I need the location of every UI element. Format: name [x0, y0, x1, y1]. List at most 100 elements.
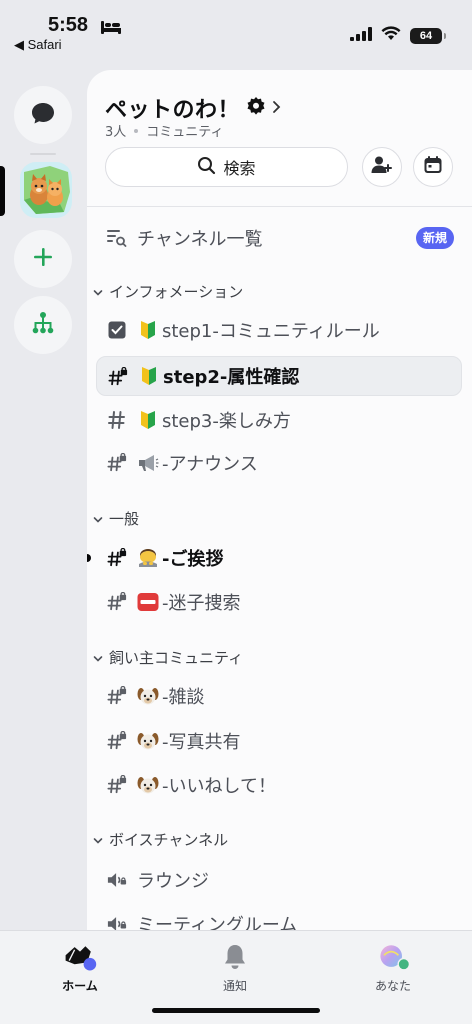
category-information[interactable]: インフォメーション [93, 281, 243, 302]
status-time: 5:58 [48, 14, 89, 36]
discover-button[interactable] [14, 296, 72, 354]
channel-how-to-enjoy[interactable]: step3-楽しみ方 [87, 400, 472, 440]
new-badge: 新規 [415, 227, 454, 249]
search-label: 検索 [223, 159, 256, 178]
channel-name: -写真共有 [162, 732, 241, 753]
cellular-signal-icon [350, 26, 372, 45]
direct-messages-button[interactable] [14, 86, 72, 144]
voice-speaker-locked-icon [107, 914, 127, 930]
server-type: コミュニティ [146, 125, 224, 140]
calendar-icon [423, 155, 443, 179]
meta-separator-dot [134, 128, 139, 133]
channel-name: ミーティングルーム [137, 915, 298, 930]
megaphone-icon [137, 452, 159, 474]
server-icon-pet-no-wa[interactable] [20, 162, 72, 218]
text-channel-locked-icon [107, 592, 127, 612]
text-channel-locked-icon [107, 453, 127, 473]
channel-label: step2-属性確認 [138, 363, 299, 389]
beginner-mark-icon [137, 409, 159, 431]
selected-server-indicator [0, 166, 5, 216]
channel-label: step1-コミュニティルール [137, 317, 380, 343]
member-count: 3人 [105, 125, 127, 140]
server-name: ペットのわ！ [105, 98, 241, 123]
channel-name: -雑談 [162, 687, 205, 708]
chevron-down-icon [93, 831, 103, 849]
channel-lost-pet-search[interactable]: -迷子捜索 [87, 582, 472, 622]
bowing-person-icon [137, 547, 159, 569]
beginner-mark-icon [138, 365, 160, 387]
text-channel-locked-icon [107, 731, 127, 751]
tab-label: あなた [374, 979, 411, 993]
tab-home[interactable]: ホーム [35, 941, 125, 994]
channel-name: step3-楽しみ方 [162, 411, 291, 432]
invite-member-button[interactable] [362, 147, 402, 187]
category-owner-community[interactable]: 飼い主コミュニティ [93, 647, 243, 668]
dog-face-icon [137, 685, 159, 707]
voice-channel-meeting-room[interactable]: ミーティングルーム [87, 904, 472, 930]
channel-name: ラウンジ [137, 871, 209, 892]
dog-face-icon [137, 774, 159, 796]
search-button[interactable]: 検索 [105, 147, 348, 187]
channel-label: -雑談 [137, 683, 205, 709]
chevron-down-icon [93, 649, 103, 667]
tab-label: 通知 [222, 979, 247, 993]
add-user-icon [371, 155, 393, 179]
channel-chat[interactable]: -雑談 [87, 676, 472, 716]
text-channel-locked-icon [107, 775, 127, 795]
channel-list-search-icon [107, 228, 127, 248]
server-rail [0, 70, 86, 930]
category-voice-channels[interactable]: ボイスチャンネル [93, 829, 228, 850]
channel-label: -アナウンス [137, 450, 258, 476]
channel-label: -ご挨拶 [137, 545, 223, 571]
home-indicator[interactable] [152, 1008, 320, 1013]
channel-name: -いいねして！ [162, 776, 276, 797]
category-name: 一般 [109, 510, 140, 528]
chevron-down-icon [93, 510, 103, 528]
channel-name: -ご挨拶 [162, 549, 224, 570]
channel-label: -迷子捜索 [137, 589, 241, 615]
add-server-button[interactable] [14, 230, 72, 288]
hub-tree-icon [31, 311, 55, 339]
server-header[interactable]: ペットのわ！ [105, 92, 282, 124]
tab-you[interactable]: あなた [348, 941, 438, 994]
tab-notifications[interactable]: 通知 [190, 941, 280, 994]
channel-name: -アナウンス [162, 454, 258, 475]
category-name: インフォメーション [109, 283, 244, 301]
status-bar: 5:58 ◀ Safari 64 [0, 0, 472, 70]
channel-rules[interactable]: step1-コミュニティルール [87, 310, 472, 350]
wifi-icon [381, 26, 401, 45]
avatar-icon [375, 941, 411, 973]
channel-announce[interactable]: -アナウンス [87, 443, 472, 483]
dog-face-icon [137, 730, 159, 752]
chevron-right-icon [272, 99, 282, 118]
search-icon [197, 156, 216, 179]
browse-channels-row[interactable]: チャンネル一覧 新規 [87, 218, 472, 258]
category-general[interactable]: 一般 [93, 508, 139, 529]
sleep-focus-icon [101, 19, 121, 38]
unread-indicator [87, 554, 91, 562]
plus-icon [32, 246, 54, 272]
channel-label: -写真共有 [137, 728, 241, 754]
bell-icon [217, 941, 253, 973]
back-to-safari[interactable]: ◀ Safari [14, 37, 62, 53]
voice-channel-lounge[interactable]: ラウンジ [87, 860, 472, 900]
channel-greeting[interactable]: -ご挨拶 [87, 538, 472, 578]
tab-label: ホーム [62, 979, 98, 993]
beginner-mark-icon [137, 319, 159, 341]
battery-indicator: 64 [410, 27, 446, 44]
text-channel-locked-icon [108, 367, 128, 387]
category-name: ボイスチャンネル [109, 831, 229, 849]
channel-photo-share[interactable]: -写真共有 [87, 721, 472, 761]
home-icon [62, 941, 98, 973]
channel-label: step3-楽しみ方 [137, 407, 291, 433]
channel-panel: ペットのわ！ 3人 コミュニティ 検索 チャンネル一覧 新規 インフォメーション… [87, 70, 472, 930]
events-button[interactable] [413, 147, 453, 187]
rules-checkbox-icon [107, 320, 127, 340]
channel-name: -迷子捜索 [162, 593, 241, 614]
channel-like-me[interactable]: -いいねして！ [87, 765, 472, 805]
voice-speaker-locked-icon [107, 870, 127, 890]
channel-name: step2-属性確認 [163, 367, 300, 388]
header-divider [87, 206, 472, 207]
browse-channels-label: チャンネル一覧 [137, 229, 263, 250]
channel-attribute-check[interactable]: step2-属性確認 [96, 356, 462, 396]
